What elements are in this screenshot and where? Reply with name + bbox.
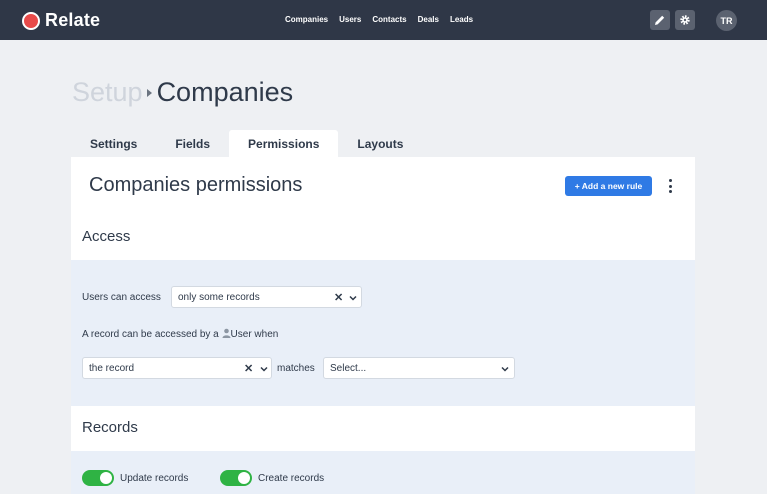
- users-can-access-label: Users can access: [82, 292, 161, 303]
- tab-settings[interactable]: Settings: [71, 130, 156, 158]
- match-placeholder: Select...: [330, 363, 367, 374]
- record-access-prefix: A record can be accessed by a: [82, 329, 219, 340]
- tab-layouts[interactable]: Layouts: [338, 130, 422, 158]
- nav-item-contacts[interactable]: Contacts: [372, 15, 406, 24]
- edit-button[interactable]: [650, 10, 670, 30]
- nav-item-deals[interactable]: Deals: [418, 15, 439, 24]
- subject-select[interactable]: the record ✕: [82, 357, 272, 379]
- records-section-title: Records: [82, 419, 138, 436]
- settings-button[interactable]: [675, 10, 695, 30]
- page-title: Companies: [156, 77, 294, 107]
- match-select[interactable]: Select...: [323, 357, 515, 379]
- chevron-down-icon: [349, 295, 357, 301]
- breadcrumb-separator-icon: [146, 88, 152, 97]
- breadcrumb-parent[interactable]: Setup: [72, 77, 143, 108]
- breadcrumb: Setup Companies: [72, 77, 293, 108]
- gear-icon: [680, 15, 690, 25]
- app-name: Relate: [45, 10, 101, 30]
- nav-item-leads[interactable]: Leads: [450, 15, 473, 24]
- users-can-access-select[interactable]: only some records ✕: [171, 286, 362, 308]
- create-records-toggle[interactable]: [220, 470, 252, 486]
- record-access-user: User when: [230, 329, 279, 340]
- chevron-down-icon: [260, 366, 268, 372]
- subject-value: the record: [89, 363, 135, 374]
- tab-bar: Settings Fields Permissions Layouts: [71, 130, 422, 158]
- logo-icon: [22, 11, 40, 30]
- update-records-toggle[interactable]: [82, 470, 114, 486]
- tab-fields[interactable]: Fields: [156, 130, 229, 158]
- clear-icon[interactable]: ✕: [334, 291, 343, 304]
- pencil-icon: [655, 15, 665, 25]
- nav-item-companies[interactable]: Companies: [285, 15, 328, 24]
- chevron-down-icon: [501, 366, 509, 372]
- access-panel: Users can access only some records ✕ A r…: [71, 260, 695, 406]
- clear-icon[interactable]: ✕: [244, 362, 253, 375]
- top-navbar: Relate Companies Users Contacts Deals Le…: [0, 0, 767, 40]
- user-icon: [222, 328, 231, 338]
- users-can-access-value: only some records: [178, 292, 260, 303]
- records-panel: Update records Create records: [71, 451, 695, 494]
- permissions-card: Companies permissions + Add a new rule A…: [71, 157, 695, 494]
- more-options-icon[interactable]: [667, 179, 673, 193]
- create-records-label: Create records: [258, 473, 325, 484]
- avatar[interactable]: TR: [716, 10, 737, 31]
- nav-item-users[interactable]: Users: [339, 15, 361, 24]
- main-nav: Companies Users Contacts Deals Leads: [285, 15, 484, 24]
- app-logo[interactable]: Relate: [22, 10, 100, 31]
- add-rule-button[interactable]: + Add a new rule: [565, 176, 652, 196]
- card-title: Companies permissions: [89, 174, 303, 196]
- record-access-text: A record can be accessed by a User when: [82, 328, 278, 340]
- access-section-title: Access: [82, 228, 131, 245]
- update-records-label: Update records: [120, 473, 189, 484]
- tab-permissions[interactable]: Permissions: [229, 130, 339, 158]
- matches-label: matches: [277, 363, 315, 374]
